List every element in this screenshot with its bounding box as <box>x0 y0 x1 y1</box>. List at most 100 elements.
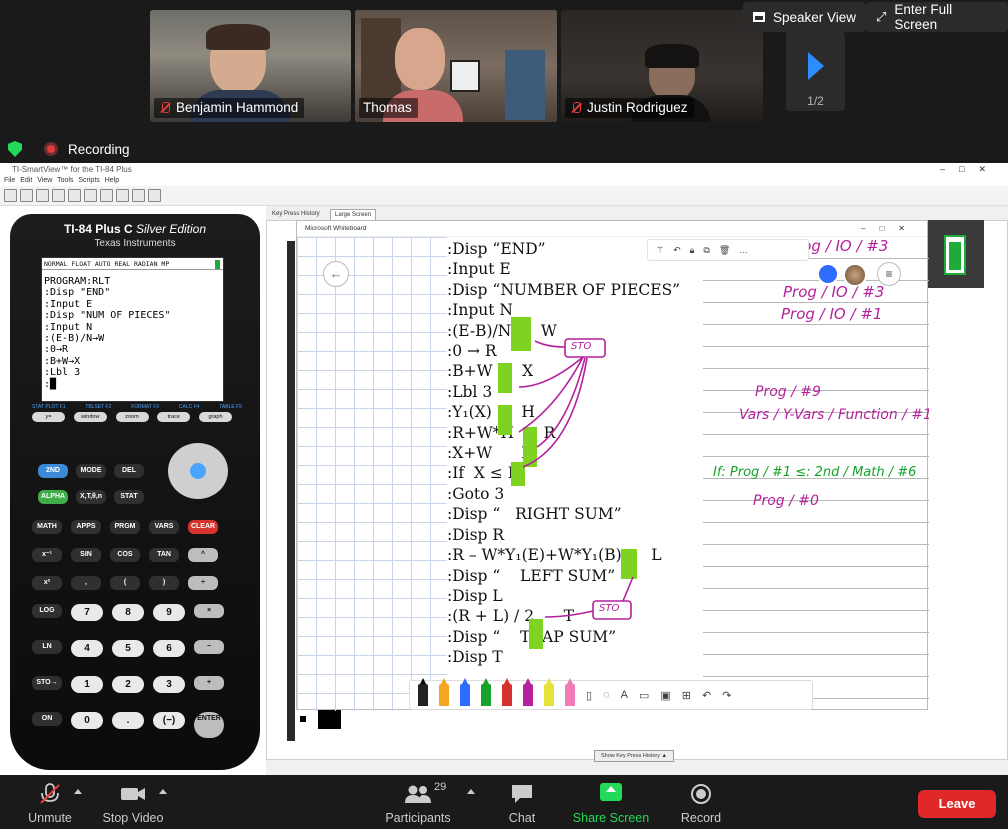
calc-key[interactable]: COS <box>110 548 140 562</box>
undo-icon[interactable]: ↶ <box>673 245 681 256</box>
calc-key[interactable]: PRGM <box>110 520 140 534</box>
toolbar-button[interactable] <box>4 189 17 202</box>
calc-key[interactable]: + <box>194 676 224 690</box>
calc-key[interactable]: (−) <box>153 712 185 729</box>
redo-icon[interactable]: ↷ <box>722 689 731 702</box>
toolbar-button[interactable] <box>132 189 145 202</box>
video-tile-benjamin[interactable]: Benjamin Hammond <box>150 10 351 122</box>
participants-button[interactable]: 29 Participants <box>380 781 456 825</box>
pen-blue-icon[interactable] <box>460 678 470 706</box>
whiteboard-window-controls[interactable]: –□✕ <box>861 221 919 237</box>
note-icon[interactable]: ▭ <box>639 689 649 702</box>
calc-key[interactable]: 4 <box>71 640 103 657</box>
more-icon[interactable]: … <box>739 245 748 255</box>
calc-key[interactable]: 5 <box>112 640 144 657</box>
wand-icon[interactable]: ⚚ <box>656 245 664 256</box>
calc-key[interactable]: 1 <box>71 676 103 693</box>
unmute-button[interactable]: Unmute <box>22 783 78 825</box>
calc-key[interactable]: LOG <box>32 604 62 618</box>
toolbar-button[interactable] <box>84 189 97 202</box>
calc-key[interactable]: TAN <box>149 548 179 562</box>
calc-key[interactable]: × <box>194 604 224 618</box>
calc-key[interactable]: 9 <box>153 604 185 621</box>
collaborator-avatar[interactable] <box>843 263 867 287</box>
calc-key[interactable]: ENTER <box>194 712 224 738</box>
lock-icon[interactable]: 🔒︎ <box>690 245 695 256</box>
video-tile-thomas[interactable]: Thomas <box>355 10 557 122</box>
image-icon[interactable]: ▣ <box>660 689 670 702</box>
calc-key[interactable]: SIN <box>71 548 101 562</box>
pen-black-icon[interactable] <box>418 678 428 706</box>
share-screen-button[interactable]: Share Screen <box>566 783 656 825</box>
calc-key[interactable]: STO→ <box>32 676 62 690</box>
calc-key[interactable]: 8 <box>112 604 144 621</box>
text-icon[interactable]: A <box>621 689 628 701</box>
function-key[interactable]: trace <box>157 412 191 422</box>
calc-key[interactable]: ^ <box>188 548 218 562</box>
next-page-icon[interactable] <box>808 52 824 80</box>
leave-button[interactable]: Leave <box>918 790 996 818</box>
calc-key[interactable]: APPS <box>71 520 101 534</box>
trash-icon[interactable]: 🗑︎ <box>719 245 730 256</box>
calc-key[interactable]: ÷ <box>188 576 218 590</box>
video-options-caret-icon[interactable] <box>159 789 167 794</box>
calc-key[interactable]: 3 <box>153 676 185 693</box>
calc-key[interactable]: VARS <box>149 520 179 534</box>
video-tile-justin[interactable]: Justin Rodriguez <box>561 10 763 122</box>
toolbar-button[interactable] <box>36 189 49 202</box>
calc-key[interactable]: x⁻¹ <box>32 548 62 562</box>
pen-orange-icon[interactable] <box>439 678 449 706</box>
toolbar-button[interactable] <box>68 189 81 202</box>
app-menu-bar[interactable]: File Edit View Tools Scripts Help <box>0 176 1008 186</box>
copy-icon[interactable]: ⧉ <box>703 245 709 256</box>
whiteboard-canvas[interactable]: ← :Disp “END”:Input E:Disp “NUMBER OF PI… <box>297 237 929 711</box>
pen-red-icon[interactable] <box>502 678 512 706</box>
speaker-view-button[interactable]: Speaker View <box>743 2 867 32</box>
calc-key[interactable]: 6 <box>153 640 185 657</box>
record-button[interactable]: Record <box>676 783 726 825</box>
function-key[interactable]: y= <box>32 412 65 422</box>
key-mode[interactable]: MODE <box>76 464 106 478</box>
toolbar-button[interactable] <box>148 189 161 202</box>
show-key-press-history-button[interactable]: Show Key Press History ▲ <box>594 750 674 762</box>
window-controls[interactable]: –□✕ <box>940 163 1000 176</box>
function-key[interactable]: zoom <box>115 412 149 422</box>
undo-icon[interactable]: ↶ <box>702 689 711 702</box>
calc-key[interactable]: . <box>112 712 144 729</box>
key-2nd[interactable]: 2ND <box>38 464 68 478</box>
toolbar-button[interactable] <box>116 189 129 202</box>
calc-key[interactable]: 0 <box>71 712 103 729</box>
pen-green-icon[interactable] <box>481 678 491 706</box>
toolbar-button[interactable] <box>100 189 113 202</box>
highlighter-pink-icon[interactable] <box>565 678 575 706</box>
lasso-icon[interactable]: ◌ <box>603 689 610 701</box>
calc-key[interactable]: ) <box>149 576 179 590</box>
function-key[interactable]: window <box>73 412 107 422</box>
calc-key[interactable]: MATH <box>32 520 62 534</box>
hamburger-menu-icon[interactable]: ≡ <box>877 262 901 286</box>
full-screen-button[interactable]: ⤢ Enter Full Screen <box>866 2 1008 32</box>
calc-key[interactable]: LN <box>32 640 62 654</box>
key-alpha[interactable]: ALPHA <box>38 490 68 504</box>
chat-button[interactable]: Chat <box>500 783 544 825</box>
toolbar-button[interactable] <box>52 189 65 202</box>
pen-magenta-icon[interactable] <box>523 678 533 706</box>
calc-key[interactable]: 2 <box>112 676 144 693</box>
gallery-pager[interactable]: 1/2 <box>786 32 845 111</box>
participants-caret-icon[interactable] <box>467 789 475 794</box>
add-icon[interactable]: ⊞ <box>682 689 691 702</box>
calc-key[interactable]: CLEAR <box>188 520 218 534</box>
security-shield-icon[interactable] <box>8 141 22 157</box>
direction-pad[interactable] <box>160 439 236 501</box>
eraser-icon[interactable]: ▯ <box>586 689 592 702</box>
calc-key[interactable]: − <box>194 640 224 654</box>
calc-key[interactable]: ON <box>32 712 62 726</box>
audio-options-caret-icon[interactable] <box>74 789 82 794</box>
calc-key[interactable]: 7 <box>71 604 103 621</box>
function-key[interactable]: graph <box>199 412 232 422</box>
user-avatar-icon[interactable] <box>817 263 839 285</box>
tab-large-screen[interactable]: Large Screen <box>330 209 377 220</box>
calc-key[interactable]: x² <box>32 576 62 590</box>
tab-key-press-history[interactable]: Key Press History <box>268 209 324 220</box>
toolbar-button[interactable] <box>20 189 33 202</box>
